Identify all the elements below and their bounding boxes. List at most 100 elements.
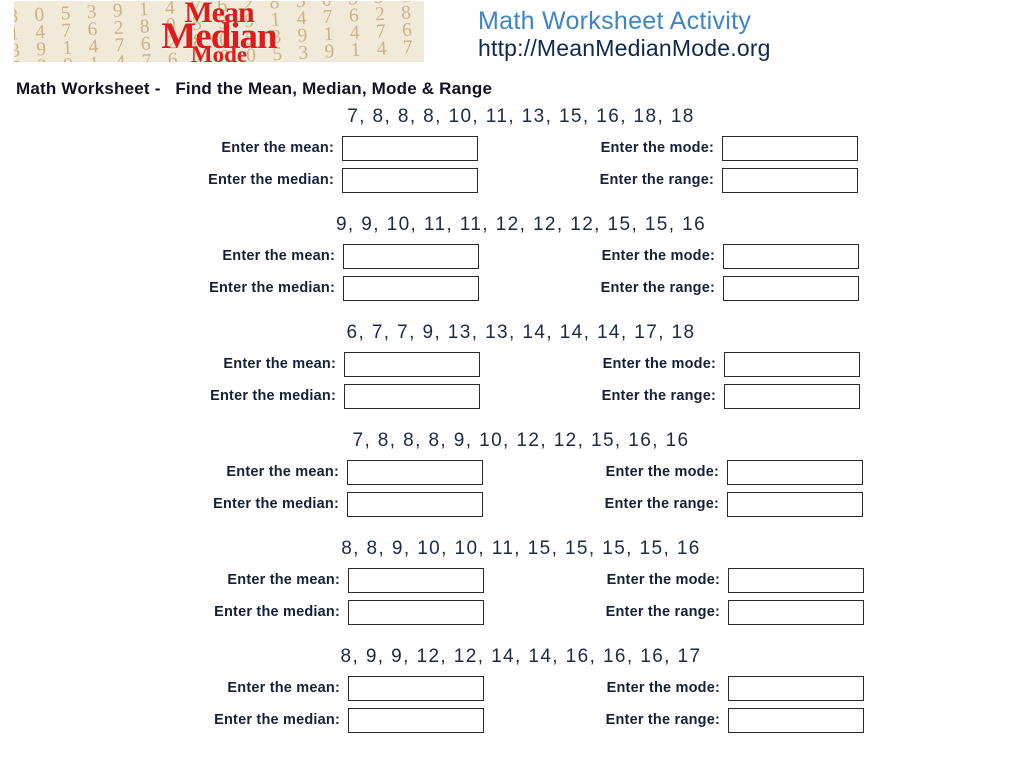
label-median: Enter the median: — [209, 280, 335, 296]
input-median[interactable] — [348, 707, 484, 733]
input-range[interactable] — [728, 707, 864, 733]
input-mean[interactable] — [348, 567, 484, 593]
page-title: Math Worksheet - Find the Mean, Median, … — [16, 79, 493, 98]
input-range[interactable] — [724, 383, 860, 409]
field-range: Enter the range: — [496, 167, 858, 193]
field-range: Enter the range: — [502, 599, 864, 625]
label-mean: Enter the mean: — [226, 464, 339, 480]
problem-block: 7, 8, 8, 8, 10, 11, 13, 15, 16, 18, 18 E… — [0, 104, 1024, 212]
label-range: Enter the range: — [604, 496, 719, 512]
input-range[interactable] — [723, 275, 859, 301]
problem-block: 8, 9, 9, 12, 12, 14, 14, 16, 16, 16, 17 … — [0, 644, 1024, 752]
answer-row-median-range: Enter the median: Enter the range: — [2, 380, 1024, 412]
input-mean[interactable] — [344, 351, 480, 377]
field-range: Enter the range: — [501, 491, 863, 517]
field-median: Enter the median: — [97, 275, 479, 301]
label-range: Enter the range: — [605, 604, 720, 620]
input-median[interactable] — [344, 383, 480, 409]
number-sequence: 8, 8, 9, 10, 10, 11, 15, 15, 15, 15, 16 — [341, 538, 701, 559]
field-mean: Enter the mean: — [96, 135, 478, 161]
label-range: Enter the range: — [600, 280, 715, 296]
answer-row-median-range: Enter the median: Enter the range: — [0, 164, 1024, 196]
label-median: Enter the median: — [214, 712, 340, 728]
problem-block: 6, 7, 7, 9, 13, 13, 14, 14, 14, 17, 18 E… — [0, 320, 1024, 428]
problem-list: 7, 8, 8, 8, 10, 11, 13, 15, 16, 18, 18 E… — [0, 104, 1024, 752]
number-sequence: 8, 9, 9, 12, 12, 14, 14, 16, 16, 16, 17 — [340, 646, 702, 667]
input-median[interactable] — [347, 491, 483, 517]
field-mode: Enter the mode: — [502, 675, 864, 701]
label-median: Enter the median: — [214, 604, 340, 620]
input-mode[interactable] — [727, 459, 863, 485]
input-median[interactable] — [342, 167, 478, 193]
problem-block: 7, 8, 8, 8, 9, 10, 12, 12, 15, 16, 16 En… — [0, 428, 1024, 536]
input-mode[interactable] — [722, 135, 858, 161]
input-mean[interactable] — [347, 459, 483, 485]
input-mean[interactable] — [343, 243, 479, 269]
field-mean: Enter the mean: — [102, 675, 484, 701]
field-mean: Enter the mean: — [97, 243, 479, 269]
input-mode[interactable] — [728, 675, 864, 701]
field-mean: Enter the mean: — [98, 351, 480, 377]
label-mean: Enter the mean: — [227, 572, 340, 588]
site-identity: Math Worksheet Activity http://MeanMedia… — [478, 8, 771, 61]
input-median[interactable] — [343, 275, 479, 301]
field-mode: Enter the mode: — [496, 135, 858, 161]
answer-row-mean-mode: Enter the mean: Enter the mode: — [6, 564, 1024, 596]
page-header: 2 8 0 5 3 9 1 4 7 6 2 8 5 0 3 9 1 7 4 6 … — [0, 0, 1024, 66]
input-mode[interactable] — [723, 243, 859, 269]
answer-row-mean-mode: Enter the mean: Enter the mode: — [5, 456, 1024, 488]
answer-row-mean-mode: Enter the mean: Enter the mode: — [2, 348, 1024, 380]
field-mode: Enter the mode: — [501, 459, 863, 485]
answer-row-mean-mode: Enter the mean: Enter the mode: — [6, 672, 1024, 704]
answer-row-median-range: Enter the median: Enter the range: — [5, 488, 1024, 520]
label-mean: Enter the mean: — [222, 248, 335, 264]
field-mean: Enter the mean: — [102, 567, 484, 593]
label-mode: Enter the mode: — [601, 248, 715, 264]
input-range[interactable] — [722, 167, 858, 193]
label-mode: Enter the mode: — [600, 140, 714, 156]
label-mean: Enter the mean: — [221, 140, 334, 156]
label-mean: Enter the mean: — [223, 356, 336, 372]
label-range: Enter the range: — [601, 388, 716, 404]
label-mode: Enter the mode: — [602, 356, 716, 372]
logo-word-mode: Mode — [190, 42, 248, 62]
field-median: Enter the median: — [102, 599, 484, 625]
label-range: Enter the range: — [605, 712, 720, 728]
field-mode: Enter the mode: — [498, 351, 860, 377]
problem-block: 9, 9, 10, 11, 11, 12, 12, 12, 15, 15, 16… — [0, 212, 1024, 320]
field-median: Enter the median: — [98, 383, 480, 409]
answer-fields: Enter the mean: Enter the mode: Enter th… — [6, 564, 1024, 628]
input-median[interactable] — [348, 599, 484, 625]
field-mode: Enter the mode: — [502, 567, 864, 593]
answer-row-mean-mode: Enter the mean: Enter the mode: — [1, 240, 1024, 272]
label-range: Enter the range: — [599, 172, 714, 188]
number-sequence: 7, 8, 8, 8, 9, 10, 12, 12, 15, 16, 16 — [352, 430, 690, 451]
number-sequence: 9, 9, 10, 11, 11, 12, 12, 12, 15, 15, 16 — [335, 214, 707, 235]
label-mode: Enter the mode: — [606, 680, 720, 696]
answer-fields: Enter the mean: Enter the mode: Enter th… — [6, 672, 1024, 736]
field-range: Enter the range: — [498, 383, 860, 409]
answer-row-median-range: Enter the median: Enter the range: — [6, 596, 1024, 628]
input-mode[interactable] — [724, 351, 860, 377]
mean-median-mode-logo: 2 8 0 5 3 9 1 4 7 6 2 8 5 0 3 9 1 7 4 6 … — [14, 1, 424, 62]
input-mean[interactable] — [348, 675, 484, 701]
answer-row-median-range: Enter the median: Enter the range: — [1, 272, 1024, 304]
label-median: Enter the median: — [213, 496, 339, 512]
input-range[interactable] — [728, 599, 864, 625]
field-mode: Enter the mode: — [497, 243, 859, 269]
site-url[interactable]: http://MeanMedianMode.org — [478, 36, 771, 61]
field-median: Enter the median: — [102, 707, 484, 733]
answer-fields: Enter the mean: Enter the mode: Enter th… — [0, 132, 1024, 196]
problem-block: 8, 8, 9, 10, 10, 11, 15, 15, 15, 15, 16 … — [0, 536, 1024, 644]
label-mean: Enter the mean: — [227, 680, 340, 696]
answer-row-mean-mode: Enter the mean: Enter the mode: — [0, 132, 1024, 164]
input-mean[interactable] — [342, 135, 478, 161]
answer-fields: Enter the mean: Enter the mode: Enter th… — [2, 348, 1024, 412]
field-mean: Enter the mean: — [101, 459, 483, 485]
input-mode[interactable] — [728, 567, 864, 593]
label-mode: Enter the mode: — [605, 464, 719, 480]
number-sequence: 6, 7, 7, 9, 13, 13, 14, 14, 14, 17, 18 — [346, 322, 696, 343]
field-median: Enter the median: — [101, 491, 483, 517]
label-median: Enter the median: — [208, 172, 334, 188]
input-range[interactable] — [727, 491, 863, 517]
